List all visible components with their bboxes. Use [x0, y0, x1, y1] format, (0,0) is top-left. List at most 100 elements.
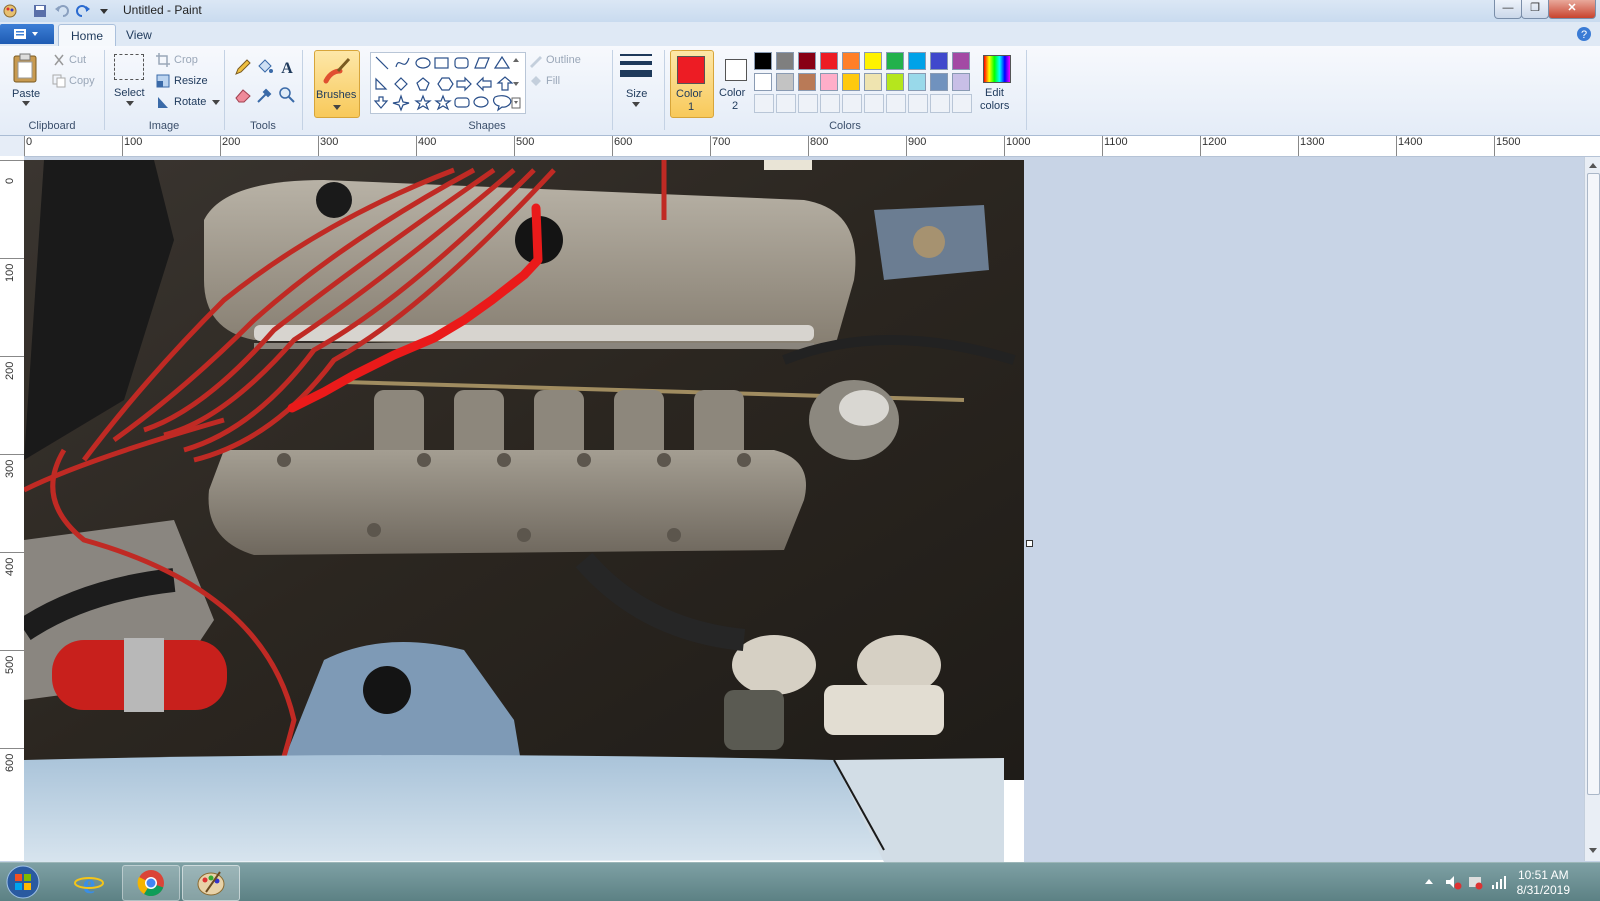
palette-color-swatch[interactable]: [798, 52, 816, 70]
paint-app-icon[interactable]: [2, 3, 18, 19]
palette-color-swatch[interactable]: [754, 73, 772, 91]
palette-color-swatch[interactable]: [886, 52, 904, 70]
taskbar-chrome[interactable]: [122, 865, 180, 901]
color2-number: 2: [732, 100, 739, 112]
minimize-button[interactable]: —: [1494, 0, 1522, 19]
palette-color-swatch[interactable]: [842, 52, 860, 70]
network-icon[interactable]: [1490, 873, 1508, 891]
tab-view[interactable]: View: [114, 24, 164, 46]
magnifier-icon[interactable]: [278, 86, 296, 104]
size-dropdown-icon[interactable]: [632, 102, 640, 108]
help-icon[interactable]: ?: [1576, 26, 1592, 42]
file-menu-button[interactable]: [0, 24, 54, 44]
ruler-tick-label: 100: [4, 263, 16, 282]
ruler-corner: [0, 136, 24, 156]
brushes-button[interactable]: Brushes: [314, 50, 360, 118]
fill-button[interactable]: Fill: [546, 75, 560, 87]
size-icon[interactable]: [620, 52, 652, 80]
scroll-down-icon[interactable]: [1588, 847, 1598, 855]
ruler-tick: [0, 454, 24, 455]
canvas-resize-handle[interactable]: [1026, 540, 1033, 547]
edit-colors-button[interactable]: Edit colors: [976, 50, 1018, 116]
select-button[interactable]: Select: [114, 87, 145, 99]
size-button[interactable]: Size: [626, 88, 647, 100]
taskbar-internet-explorer[interactable]: e: [62, 865, 118, 899]
rotate-button[interactable]: Rotate: [174, 96, 206, 108]
tab-home[interactable]: Home: [58, 24, 117, 47]
ruler-tick-label: 1000: [1006, 136, 1031, 148]
close-button[interactable]: ✕: [1548, 0, 1596, 19]
color-picker-icon[interactable]: [256, 86, 274, 104]
taskbar-paint[interactable]: [182, 865, 240, 901]
maximize-button[interactable]: ❐: [1521, 0, 1549, 19]
resize-icon: [156, 74, 170, 88]
crop-button[interactable]: Crop: [174, 54, 198, 66]
palette-color-swatch[interactable]: [930, 73, 948, 91]
redo-icon[interactable]: [75, 3, 91, 19]
palette-color-swatch[interactable]: [820, 52, 838, 70]
color1-button[interactable]: Color 1: [670, 50, 714, 118]
custom-color-slot[interactable]: [864, 94, 884, 113]
system-clock[interactable]: 10:51 AM 8/31/2019: [1517, 868, 1570, 898]
drawing-canvas[interactable]: [24, 160, 1024, 862]
palette-color-swatch[interactable]: [798, 73, 816, 91]
paste-dropdown-icon[interactable]: [22, 101, 30, 107]
palette-color-swatch[interactable]: [754, 52, 772, 70]
palette-color-swatch[interactable]: [952, 52, 970, 70]
paste-label[interactable]: Paste: [12, 88, 40, 100]
paste-button[interactable]: [10, 52, 42, 84]
palette-color-swatch[interactable]: [908, 73, 926, 91]
paste-icon: [13, 53, 37, 83]
volume-muted-icon[interactable]: [1444, 873, 1462, 891]
custom-color-slot[interactable]: [930, 94, 950, 113]
custom-color-slot[interactable]: [842, 94, 862, 113]
shapes-scroll-icon[interactable]: [511, 54, 521, 112]
paint-icon: [197, 871, 225, 896]
start-button-icon[interactable]: [6, 865, 40, 899]
scroll-thumb[interactable]: [1587, 173, 1600, 795]
ruler-tick-label: 300: [4, 459, 16, 478]
outline-button[interactable]: Outline: [546, 54, 581, 66]
palette-color-swatch[interactable]: [820, 73, 838, 91]
shapes-gallery[interactable]: [370, 52, 526, 114]
palette-color-swatch[interactable]: [842, 73, 860, 91]
custom-color-slot[interactable]: [908, 94, 928, 113]
ruler-tick: [24, 136, 25, 156]
palette-color-swatch[interactable]: [776, 52, 794, 70]
save-icon[interactable]: [32, 3, 48, 19]
palette-color-swatch[interactable]: [952, 73, 970, 91]
ruler-tick-label: 1100: [1104, 136, 1128, 148]
show-hidden-icons[interactable]: [1424, 877, 1434, 885]
select-dropdown-icon[interactable]: [126, 101, 134, 107]
custom-color-slot[interactable]: [776, 94, 796, 113]
palette-color-swatch[interactable]: [864, 52, 882, 70]
custom-color-slot[interactable]: [754, 94, 774, 113]
cut-button[interactable]: Cut: [69, 54, 86, 66]
palette-color-swatch[interactable]: [930, 52, 948, 70]
undo-icon[interactable]: [54, 3, 70, 19]
vertical-scrollbar[interactable]: [1584, 157, 1600, 861]
fill-bucket-icon[interactable]: [256, 58, 274, 76]
action-center-icon[interactable]: [1466, 873, 1484, 891]
palette-color-swatch[interactable]: [864, 73, 882, 91]
palette-color-swatch[interactable]: [886, 73, 904, 91]
custom-color-slot[interactable]: [798, 94, 818, 113]
rotate-dropdown-icon[interactable]: [212, 100, 220, 106]
color2-button[interactable]: Color 2: [716, 50, 758, 116]
pencil-icon[interactable]: [234, 58, 252, 76]
cut-icon: [54, 54, 64, 66]
divider: [664, 50, 665, 130]
resize-button[interactable]: Resize: [174, 75, 208, 87]
palette-color-swatch[interactable]: [776, 73, 794, 91]
copy-button[interactable]: Copy: [69, 75, 95, 87]
text-tool-icon[interactable]: A: [278, 58, 296, 76]
custom-color-slot[interactable]: [952, 94, 972, 113]
custom-color-slot[interactable]: [886, 94, 906, 113]
palette-color-swatch[interactable]: [908, 52, 926, 70]
custom-color-slot[interactable]: [820, 94, 840, 113]
eraser-icon[interactable]: [234, 86, 252, 104]
brushes-dropdown-icon: [333, 105, 341, 110]
quick-access-dropdown-icon[interactable]: [96, 3, 112, 19]
ruler-tick-label: 500: [516, 136, 535, 148]
scroll-up-icon[interactable]: [1588, 161, 1598, 169]
